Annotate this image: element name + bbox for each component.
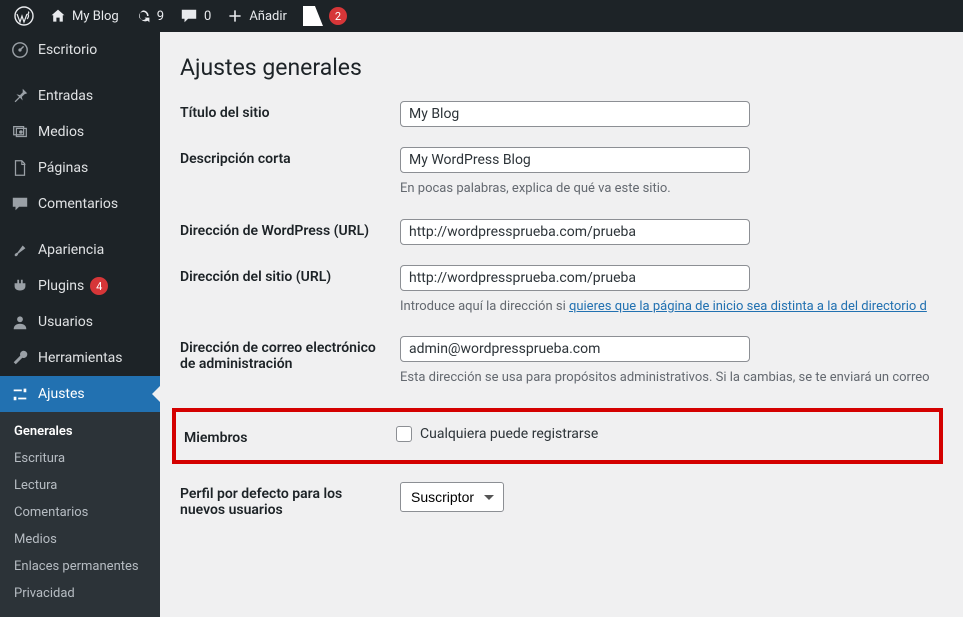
submenu-reading[interactable]: Lectura bbox=[0, 472, 160, 499]
home-icon bbox=[50, 8, 66, 24]
label-wp-url: Dirección de WordPress (URL) bbox=[180, 219, 400, 239]
site-name: My Blog bbox=[72, 9, 119, 24]
menu-users[interactable]: Usuarios bbox=[0, 304, 160, 340]
row-membership: Miembros Cualquiera puede registrarse bbox=[176, 426, 927, 446]
submenu-permalinks[interactable]: Enlaces permanentes bbox=[0, 553, 160, 580]
input-tagline[interactable] bbox=[400, 147, 750, 173]
label-tagline: Descripción corta bbox=[180, 147, 400, 167]
submenu-general[interactable]: Generales bbox=[0, 418, 160, 445]
menu-label: Apariencia bbox=[38, 242, 104, 258]
yoast-link[interactable]: 2 bbox=[295, 0, 355, 32]
menu-label: Páginas bbox=[38, 160, 88, 176]
checkbox-anyone-can-register-wrapper[interactable]: Cualquiera puede registrarse bbox=[396, 426, 927, 442]
checkbox-anyone-can-register[interactable] bbox=[396, 426, 412, 442]
checkbox-label: Cualquiera puede registrarse bbox=[420, 426, 598, 442]
admin-menu: Escritorio Entradas Medios Páginas Comen… bbox=[0, 32, 160, 609]
row-tagline: Descripción corta En pocas palabras, exp… bbox=[180, 147, 943, 199]
row-site-title: Título del sitio bbox=[180, 101, 943, 127]
desc-tagline: En pocas palabras, explica de qué va est… bbox=[400, 179, 943, 199]
menu-posts[interactable]: Entradas bbox=[0, 78, 160, 114]
menu-comments[interactable]: Comentarios bbox=[0, 186, 160, 222]
menu-label: Plugins bbox=[38, 278, 84, 294]
wp-logo[interactable] bbox=[6, 0, 42, 32]
add-new-label: Añadir bbox=[249, 9, 287, 24]
menu-dashboard[interactable]: Escritorio bbox=[0, 32, 160, 68]
menu-label: Herramientas bbox=[38, 350, 123, 366]
submenu-settings: Generales Escritura Lectura Comentarios … bbox=[0, 412, 160, 617]
menu-label: Entradas bbox=[38, 88, 93, 104]
desc-admin-email: Esta dirección se usa para propósitos ad… bbox=[400, 368, 943, 388]
menu-label: Escritorio bbox=[38, 42, 97, 58]
label-default-role: Perfil por defecto para los nuevos usuar… bbox=[180, 482, 400, 518]
menu-tools[interactable]: Herramientas bbox=[0, 340, 160, 376]
page-title: Ajustes generales bbox=[180, 54, 943, 81]
menu-media[interactable]: Medios bbox=[0, 114, 160, 150]
link-site-url-help[interactable]: quieres que la página de inicio sea dist… bbox=[569, 299, 927, 314]
updates-link[interactable]: 9 bbox=[127, 0, 172, 32]
submenu-discussion[interactable]: Comentarios bbox=[0, 499, 160, 526]
content-area: Ajustes generales Título del sitio Descr… bbox=[160, 32, 963, 609]
input-wp-url[interactable] bbox=[400, 219, 750, 245]
yoast-badge: 2 bbox=[329, 7, 347, 25]
plus-icon bbox=[227, 8, 243, 24]
label-admin-email: Dirección de correo electrónico de admin… bbox=[180, 336, 400, 372]
pin-icon bbox=[10, 86, 30, 106]
label-site-url: Dirección del sitio (URL) bbox=[180, 265, 400, 285]
highlight-membership: Miembros Cualquiera puede registrarse bbox=[172, 408, 943, 464]
input-site-url[interactable] bbox=[400, 265, 750, 291]
desc-site-url: Introduce aquí la dirección si quieres q… bbox=[400, 297, 943, 317]
select-default-role[interactable]: Suscriptor bbox=[400, 482, 504, 512]
label-membership: Miembros bbox=[176, 426, 396, 446]
row-wp-url: Dirección de WordPress (URL) bbox=[180, 219, 943, 245]
yoast-icon bbox=[303, 6, 323, 26]
brush-icon bbox=[10, 240, 30, 260]
menu-label: Comentarios bbox=[38, 196, 118, 212]
label-site-title: Título del sitio bbox=[180, 101, 400, 121]
menu-plugins[interactable]: Plugins 4 bbox=[0, 268, 160, 304]
menu-label: Usuarios bbox=[38, 314, 93, 330]
row-admin-email: Dirección de correo electrónico de admin… bbox=[180, 336, 943, 388]
menu-label: Medios bbox=[38, 124, 84, 140]
comments-link[interactable]: 0 bbox=[172, 0, 219, 32]
comment-icon bbox=[180, 7, 198, 25]
add-new-link[interactable]: Añadir bbox=[219, 0, 295, 32]
media-icon bbox=[10, 122, 30, 142]
row-default-role: Perfil por defecto para los nuevos usuar… bbox=[180, 482, 943, 518]
wrench-icon bbox=[10, 348, 30, 368]
input-site-title[interactable] bbox=[400, 101, 750, 127]
menu-pages[interactable]: Páginas bbox=[0, 150, 160, 186]
update-icon bbox=[135, 8, 151, 24]
comments-count: 0 bbox=[204, 9, 211, 24]
menu-appearance[interactable]: Apariencia bbox=[0, 232, 160, 268]
menu-label: Ajustes bbox=[38, 386, 85, 402]
submenu-privacy[interactable]: Privacidad bbox=[0, 580, 160, 607]
site-name-link[interactable]: My Blog bbox=[42, 0, 127, 32]
plugin-icon bbox=[10, 276, 30, 296]
comment-icon bbox=[10, 194, 30, 214]
admin-bar: My Blog 9 0 Añadir 2 bbox=[0, 0, 963, 32]
updates-count: 9 bbox=[157, 9, 164, 24]
plugins-update-badge: 4 bbox=[90, 277, 108, 295]
page-icon bbox=[10, 158, 30, 178]
submenu-media[interactable]: Medios bbox=[0, 526, 160, 553]
dashboard-icon bbox=[10, 40, 30, 60]
user-icon bbox=[10, 312, 30, 332]
submenu-writing[interactable]: Escritura bbox=[0, 445, 160, 472]
input-admin-email[interactable] bbox=[400, 336, 750, 362]
sliders-icon bbox=[10, 384, 30, 404]
row-site-url: Dirección del sitio (URL) Introduce aquí… bbox=[180, 265, 943, 317]
menu-settings[interactable]: Ajustes bbox=[0, 376, 160, 412]
